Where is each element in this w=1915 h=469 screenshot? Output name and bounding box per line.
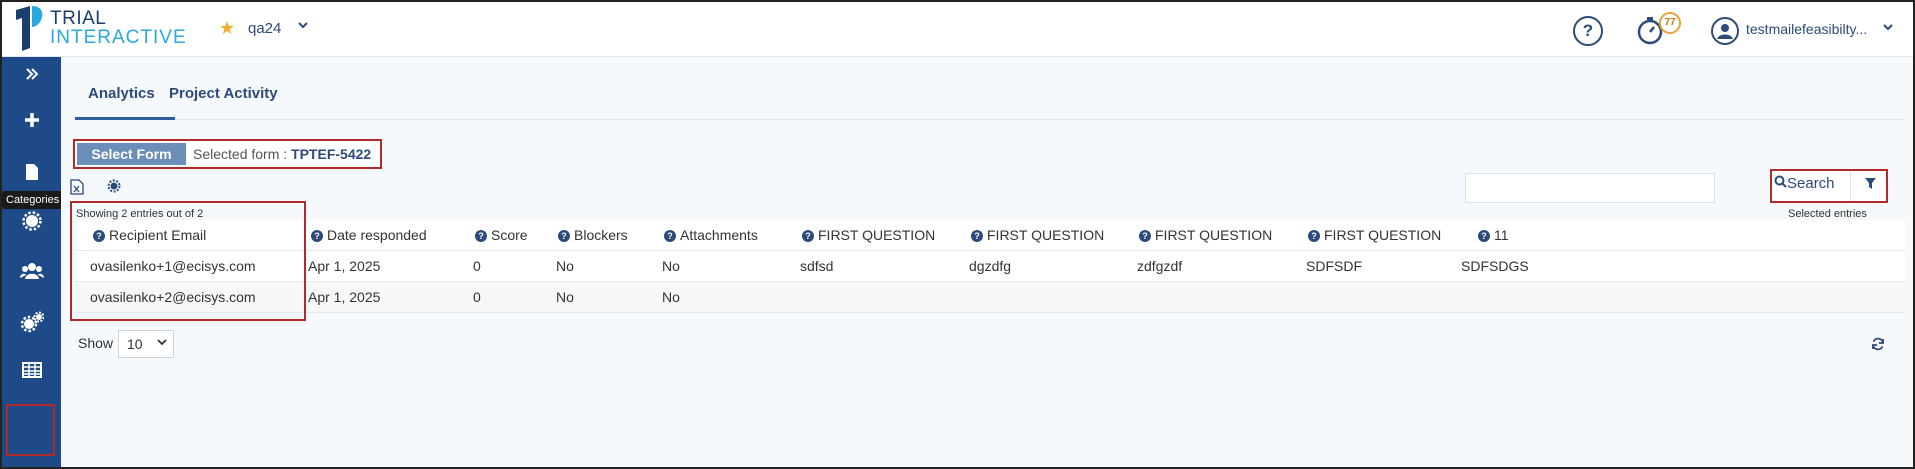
divider [1850,171,1851,201]
column-header[interactable]: ? FIRST QUESTION [1139,227,1272,243]
selected-form-text: Selected form : TPTEF-5422 [193,146,372,162]
favorite-star-icon[interactable]: ★ [219,18,235,39]
table-cell: 0 [473,258,481,274]
search-button[interactable]: Search [1774,175,1835,192]
column-header[interactable]: ? 11 [1478,227,1509,243]
table-cell: No [662,289,680,305]
expand-icon[interactable] [2,57,61,97]
help-icon: ? [1308,230,1320,242]
table-cell: 0 [473,289,481,305]
chevron-down-icon[interactable] [297,18,309,34]
help-icon: ? [1139,230,1151,242]
table-header-row: ? Recipient Email ? Date responded ? Score … [75,220,1905,251]
document-icon[interactable] [2,155,61,195]
help-icon: ? [1478,230,1490,242]
tab-project-activity[interactable]: Project Activity [169,85,278,102]
selected-entries-label: Selected entries [1788,208,1867,220]
table-cell: zdfgzdf [1137,258,1183,274]
page-size-select[interactable]: 10 [118,330,174,358]
active-tab-indicator [75,117,175,120]
search-group: Search [1770,169,1888,203]
select-form-group: Select Form Selected form : TPTEF-5422 [73,139,382,169]
table-cell: No [556,258,574,274]
project-name[interactable]: qa24 [248,20,281,37]
main-content: Analytics Project Activity Select Form S… [61,57,1913,467]
table-row[interactable]: ovasilenko+2@ecisys.com Apr 1, 2025 0 No… [75,282,1905,313]
gear-icon[interactable] [2,203,61,243]
table-cell: Apr 1, 2025 [308,258,381,274]
app-logo[interactable]: TRIAL INTERACTIVE [12,4,186,54]
table-row[interactable]: ovasilenko+1@ecisys.com Apr 1, 2025 0 No… [75,251,1905,282]
table-cell: sdfsd [800,258,834,274]
show-label: Show [78,335,114,351]
tab-analytics[interactable]: Analytics [88,85,155,102]
chevron-down-icon[interactable] [1882,20,1894,36]
chevron-down-icon [157,337,167,350]
refresh-icon[interactable] [1871,337,1885,355]
column-header[interactable]: ? Date responded [311,227,427,243]
settings-gear-icon[interactable] [107,179,121,196]
selected-form-value: TPTEF-5422 [291,146,372,162]
logo-line2: INTERACTIVE [50,27,187,48]
column-header[interactable]: ? Score [475,227,528,243]
search-input[interactable] [1465,173,1715,203]
column-header[interactable]: ? Attachments [664,227,758,243]
help-icon: ? [664,230,676,242]
top-header: TRIAL INTERACTIVE ★ qa24 ? 77 testmailef… [2,2,1913,57]
column-header[interactable]: ? Blockers [558,227,628,243]
filter-icon[interactable] [1864,177,1877,194]
table-cell: SDFSDF [1306,258,1362,274]
table-cell: SDFSDGS [1461,258,1529,274]
plus-icon[interactable] [2,103,61,143]
column-header[interactable]: ? FIRST QUESTION [802,227,935,243]
select-form-button[interactable]: Select Form [77,143,186,165]
help-icon: ? [475,230,487,242]
help-icon: ? [311,230,323,242]
table-cell: No [662,258,680,274]
table-cell: dgzdfg [969,258,1012,274]
email-column-highlight [70,201,306,321]
excel-export-icon[interactable] [70,179,84,198]
table-icon[interactable] [2,353,61,393]
help-icon: ? [971,230,983,242]
help-icon: ? [802,230,814,242]
tab-bar: Analytics Project Activity [75,57,1905,120]
column-header[interactable]: ? FIRST QUESTION [971,227,1104,243]
sidebar-tooltip: Categories [2,191,64,209]
help-icon: ? [558,230,570,242]
users-icon[interactable] [2,253,61,293]
logo-mark-icon [16,6,43,51]
user-avatar-icon[interactable] [1711,17,1739,45]
search-icon [1774,175,1787,188]
active-nav-highlight [6,404,55,456]
logo-line1: TRIAL [50,8,107,29]
help-icon[interactable]: ? [1573,16,1603,46]
user-name[interactable]: testmailefeasibilty... [1746,21,1867,37]
notification-badge: 77 [1659,12,1681,34]
column-header[interactable]: ? FIRST QUESTION [1308,227,1441,243]
table-cell: No [556,289,574,305]
table-cell: Apr 1, 2025 [308,289,381,305]
cogs-icon[interactable] [2,303,61,343]
